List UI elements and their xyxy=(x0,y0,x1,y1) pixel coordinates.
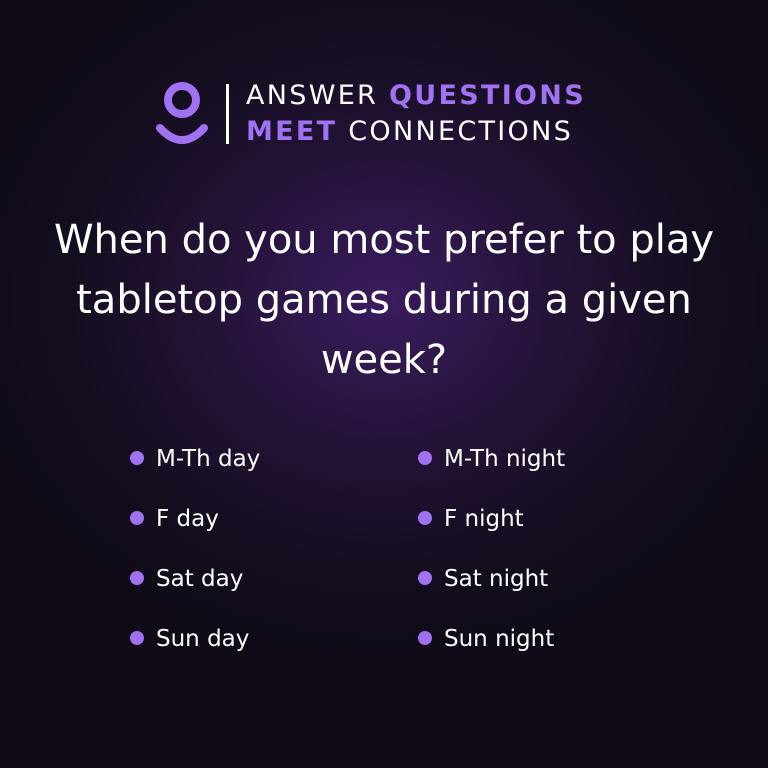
tagline-line-2: MEET CONNECTIONS xyxy=(246,116,573,148)
option-label: F day xyxy=(156,506,219,532)
option-label: M-Th night xyxy=(444,446,566,472)
bullet-dot xyxy=(130,511,144,525)
option-label: Sun day xyxy=(156,626,250,652)
bullet-dot xyxy=(418,511,432,525)
bullet-dot xyxy=(130,631,144,645)
tagline-questions: QUESTIONS xyxy=(389,80,586,111)
option-label: Sat night xyxy=(444,566,549,592)
question-text: When do you most prefer to play tabletop… xyxy=(53,217,715,383)
bullet-dot xyxy=(418,451,432,465)
bullet-dot xyxy=(130,451,144,465)
option-label: F night xyxy=(444,506,524,532)
option-label: M-Th day xyxy=(156,446,261,472)
bullet-dot xyxy=(418,631,432,645)
tagline-answer: ANSWER xyxy=(246,80,379,111)
bullet-dot xyxy=(130,571,144,585)
bullet-dot xyxy=(418,571,432,585)
tagline-line-1: ANSWER QUESTIONS xyxy=(246,80,586,112)
tagline-connections: CONNECTIONS xyxy=(348,116,574,147)
brand-header: ANSWER QUESTIONS MEET CONNECTIONS xyxy=(156,78,616,150)
tagline-meet: MEET xyxy=(246,116,338,147)
option-label: Sun night xyxy=(444,626,555,652)
brand-divider xyxy=(226,84,229,144)
option-label: Sat day xyxy=(156,566,244,592)
person-icon xyxy=(156,82,208,144)
